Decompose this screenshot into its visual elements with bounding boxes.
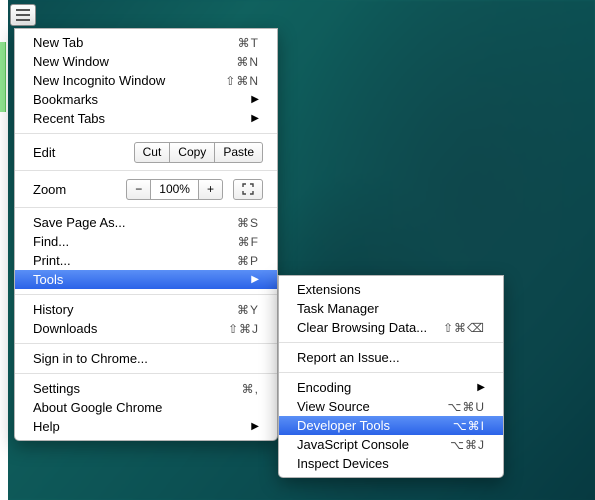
menu-item-label: Task Manager: [297, 301, 485, 316]
menu-item-label: Save Page As...: [33, 215, 237, 230]
menu-item-label: Sign in to Chrome...: [33, 351, 259, 366]
menu-item-label: Extensions: [297, 282, 485, 297]
menu-separator: [15, 373, 277, 374]
menu-item-shortcut: ⇧⌘J: [228, 322, 259, 336]
menu-separator: [15, 133, 277, 134]
chrome-main-menu: New Tab ⌘T New Window ⌘N New Incognito W…: [14, 28, 278, 441]
menu-item-label: View Source: [297, 399, 448, 414]
menu-item-shortcut: ⇧⌘⌫: [443, 321, 485, 335]
menu-item-shortcut: ⌘S: [237, 216, 259, 230]
menu-item-shortcut: ⌘F: [238, 235, 259, 249]
zoom-out-button[interactable]: −: [126, 179, 151, 200]
submenu-arrow-icon: ▶: [471, 382, 485, 393]
submenu-arrow-icon: ▶: [245, 113, 259, 124]
menu-separator: [15, 170, 277, 171]
submenu-arrow-icon: ▶: [245, 274, 259, 285]
menu-item-label: Edit: [33, 145, 55, 160]
menu-item-label: Tools: [33, 272, 245, 287]
menu-row-edit: Edit Cut Copy Paste: [15, 139, 277, 165]
menu-item-shortcut: ⌥⌘J: [450, 438, 485, 452]
menu-item-label: Bookmarks: [33, 92, 245, 107]
menu-item-shortcut: ⌘P: [237, 254, 259, 268]
menu-item-label: Developer Tools: [297, 418, 453, 433]
menu-item-label: Zoom: [33, 182, 66, 197]
submenu-arrow-icon: ▶: [245, 421, 259, 432]
menu-item-find[interactable]: Find... ⌘F: [15, 232, 277, 251]
menu-item-label: JavaScript Console: [297, 437, 450, 452]
hamburger-icon: [16, 14, 30, 16]
hamburger-icon: [16, 9, 30, 11]
hamburger-icon: [16, 19, 30, 21]
submenu-item-view-source[interactable]: View Source ⌥⌘U: [279, 397, 503, 416]
menu-item-label: Settings: [33, 381, 242, 396]
menu-item-label: New Window: [33, 54, 236, 69]
edit-button-group: Cut Copy Paste: [134, 142, 263, 163]
window-edge-accent: [0, 42, 6, 112]
paste-button[interactable]: Paste: [215, 142, 263, 163]
submenu-item-report-issue[interactable]: Report an Issue...: [279, 348, 503, 367]
menu-item-help[interactable]: Help ▶: [15, 417, 277, 436]
menu-separator: [279, 372, 503, 373]
menu-item-history[interactable]: History ⌘Y: [15, 300, 277, 319]
menu-row-zoom: Zoom − 100% +: [15, 176, 277, 202]
submenu-item-clear-browsing[interactable]: Clear Browsing Data... ⇧⌘⌫: [279, 318, 503, 337]
zoom-controls: − 100% +: [126, 179, 263, 200]
menu-separator: [15, 207, 277, 208]
menu-item-label: New Tab: [33, 35, 238, 50]
menu-item-label: Find...: [33, 234, 238, 249]
submenu-item-extensions[interactable]: Extensions: [279, 280, 503, 299]
menu-item-label: New Incognito Window: [33, 73, 225, 88]
menu-item-label: Report an Issue...: [297, 350, 485, 365]
menu-separator: [15, 294, 277, 295]
menu-item-about[interactable]: About Google Chrome: [15, 398, 277, 417]
menu-item-print[interactable]: Print... ⌘P: [15, 251, 277, 270]
menu-item-label: Print...: [33, 253, 237, 268]
submenu-item-task-manager[interactable]: Task Manager: [279, 299, 503, 318]
zoom-percent: 100%: [151, 179, 198, 200]
menu-item-shortcut: ⌘T: [238, 36, 259, 50]
submenu-item-developer-tools[interactable]: Developer Tools ⌥⌘I: [279, 416, 503, 435]
submenu-item-inspect-devices[interactable]: Inspect Devices: [279, 454, 503, 473]
menu-item-shortcut: ⌘Y: [237, 303, 259, 317]
menu-item-downloads[interactable]: Downloads ⇧⌘J: [15, 319, 277, 338]
submenu-item-js-console[interactable]: JavaScript Console ⌥⌘J: [279, 435, 503, 454]
cut-button[interactable]: Cut: [134, 142, 171, 163]
menu-item-shortcut: ⌥⌘U: [448, 400, 486, 414]
menu-item-label: Encoding: [297, 380, 471, 395]
submenu-arrow-icon: ▶: [245, 94, 259, 105]
fullscreen-icon: [242, 183, 254, 195]
menu-item-settings[interactable]: Settings ⌘,: [15, 379, 277, 398]
menu-item-label: Recent Tabs: [33, 111, 245, 126]
menu-item-new-window[interactable]: New Window ⌘N: [15, 52, 277, 71]
menu-item-tools[interactable]: Tools ▶: [15, 270, 277, 289]
menu-item-label: Help: [33, 419, 245, 434]
menu-separator: [279, 342, 503, 343]
menu-item-new-tab[interactable]: New Tab ⌘T: [15, 33, 277, 52]
menu-item-shortcut: ⇧⌘N: [225, 74, 259, 88]
menu-item-new-incognito[interactable]: New Incognito Window ⇧⌘N: [15, 71, 277, 90]
menu-item-shortcut: ⌘N: [236, 55, 259, 69]
menu-item-shortcut: ⌘,: [242, 382, 259, 396]
menu-item-label: History: [33, 302, 237, 317]
menu-item-label: Downloads: [33, 321, 228, 336]
menu-item-recent-tabs[interactable]: Recent Tabs ▶: [15, 109, 277, 128]
menu-item-label: About Google Chrome: [33, 400, 259, 415]
copy-button[interactable]: Copy: [170, 142, 215, 163]
menu-item-bookmarks[interactable]: Bookmarks ▶: [15, 90, 277, 109]
fullscreen-button[interactable]: [233, 179, 263, 200]
menu-item-label: Inspect Devices: [297, 456, 485, 471]
tools-submenu: Extensions Task Manager Clear Browsing D…: [278, 275, 504, 478]
chrome-menu-button[interactable]: [10, 4, 36, 26]
submenu-item-encoding[interactable]: Encoding ▶: [279, 378, 503, 397]
zoom-in-button[interactable]: +: [198, 179, 223, 200]
menu-item-save-page[interactable]: Save Page As... ⌘S: [15, 213, 277, 232]
menu-item-label: Clear Browsing Data...: [297, 320, 443, 335]
menu-item-shortcut: ⌥⌘I: [453, 419, 485, 433]
menu-item-sign-in[interactable]: Sign in to Chrome...: [15, 349, 277, 368]
menu-separator: [15, 343, 277, 344]
